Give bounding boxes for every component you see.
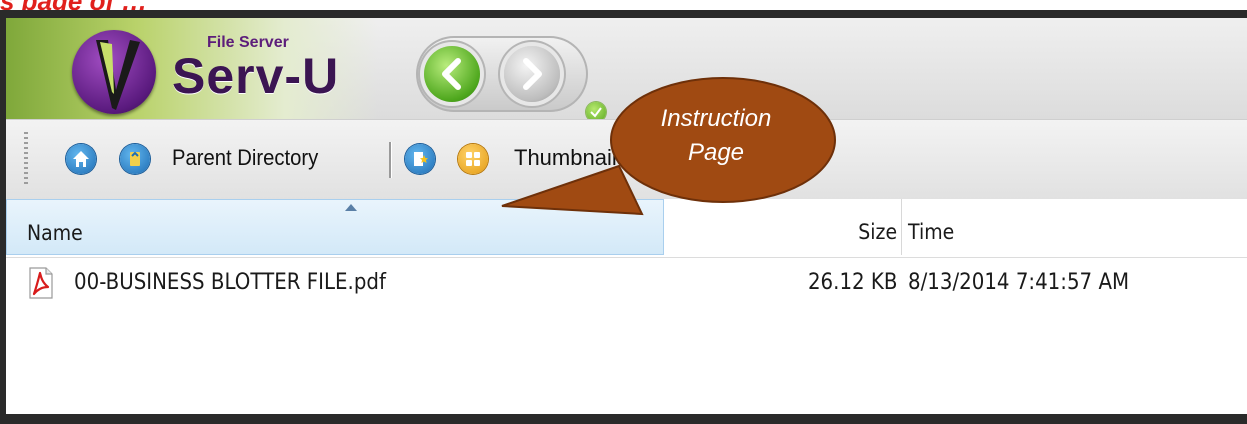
callout-label: Instruction Page [628,102,804,170]
file-row[interactable]: 00-BUSINESS BLOTTER FILE.pdf 26.12 KB 8/… [6,261,1247,305]
window-content: File Server Serv-U Parent Directory Thum… [6,18,1247,414]
app-header: File Server Serv-U [6,18,1247,122]
parent-directory-icon[interactable] [120,144,150,174]
callout-line-1: Instruction [660,105,772,132]
thumbnails-icon[interactable] [458,144,488,174]
home-icon[interactable] [66,144,96,174]
column-name-label: Name [27,221,83,245]
file-time: 8/13/2014 7:41:57 AM [908,270,1130,295]
column-header-name[interactable]: Name [6,199,664,255]
logo-check-icon [96,40,140,110]
callout-line-2: Page [687,139,745,166]
thumbnails-button[interactable]: Thumbnails [514,144,628,172]
brand-name: Serv-U [172,48,340,104]
file-list-header: Name Size Time [6,199,1247,258]
forward-arrow-icon [523,58,542,90]
file-size: 26.12 KB [807,270,897,295]
toolbar-separator [389,142,392,178]
toolbar: Parent Directory Thumbnails [6,119,1247,200]
column-header-time[interactable]: Time [908,219,954,245]
file-name[interactable]: 00-BUSINESS BLOTTER FILE.pdf [74,269,386,297]
column-divider[interactable] [901,199,902,255]
sort-ascending-icon [345,204,357,211]
forward-button[interactable] [504,46,560,102]
back-arrow-icon [442,58,461,90]
window-frame: File Server Serv-U Parent Directory Thum… [0,10,1247,424]
parent-directory-button[interactable]: Parent Directory [172,144,318,172]
column-header-size[interactable]: Size [858,219,897,245]
pdf-icon [29,267,53,299]
toolbar-grip[interactable] [24,132,28,186]
bookmark-icon[interactable] [405,144,435,174]
back-button[interactable] [424,46,480,102]
